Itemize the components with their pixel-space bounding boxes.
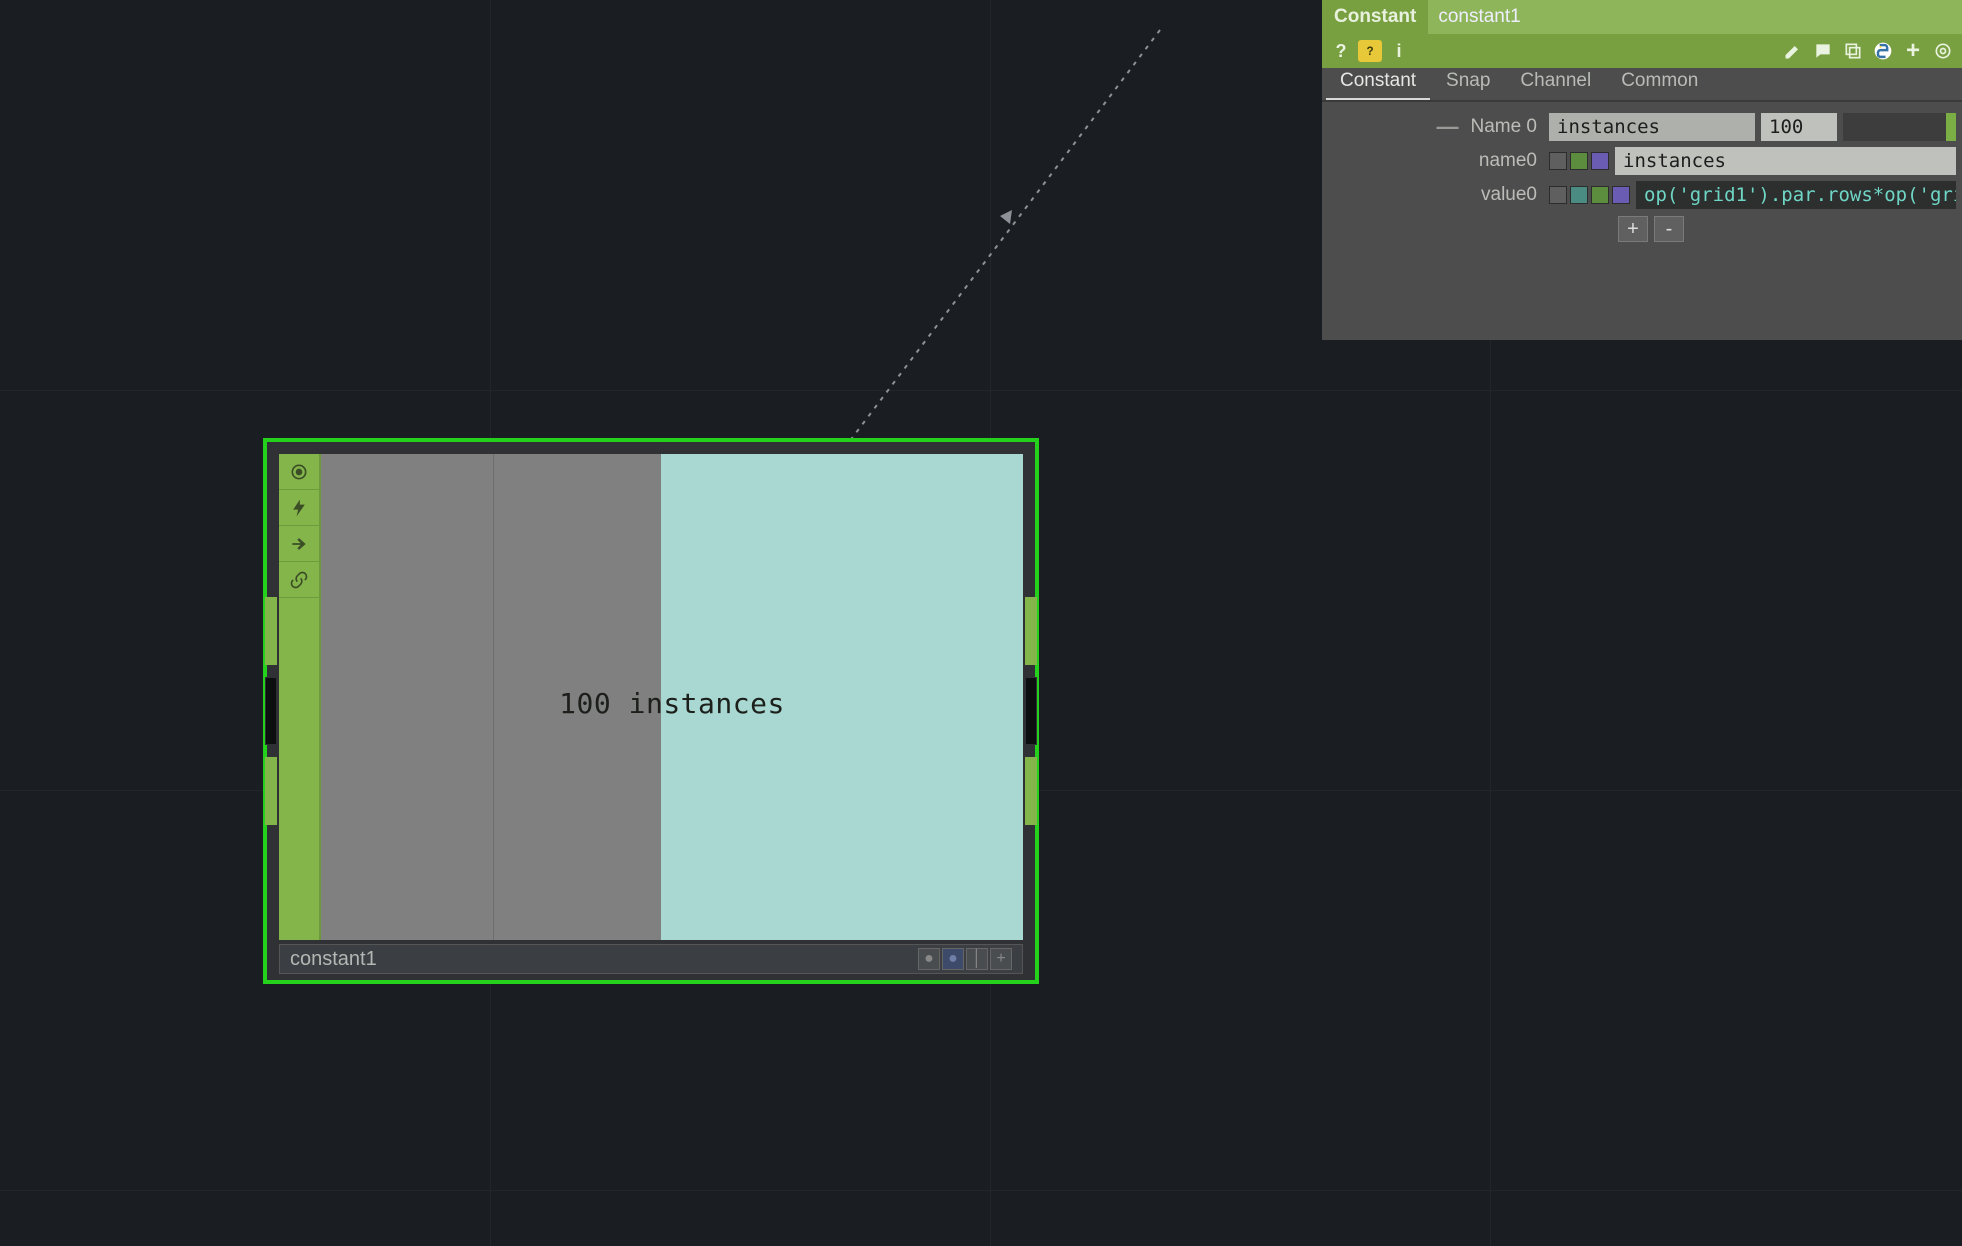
help-icon[interactable]: ? bbox=[1330, 40, 1352, 62]
chop-node-constant1[interactable]: 100 instances constant1 ● ● │ + bbox=[263, 438, 1039, 984]
tab-common[interactable]: Common bbox=[1607, 64, 1712, 100]
python-icon[interactable] bbox=[1872, 40, 1894, 62]
param-label-text: Name 0 bbox=[1470, 116, 1537, 138]
node-flag-viewer[interactable]: ● bbox=[942, 948, 964, 970]
parameter-header: Constant constant1 bbox=[1322, 0, 1962, 34]
parameter-panel: Constant constant1 ? ? i + bbox=[1322, 0, 1962, 340]
operator-type-label: Constant bbox=[1322, 0, 1428, 34]
node-flag-display[interactable]: ● bbox=[918, 948, 940, 970]
node-viewer-toolbar bbox=[279, 454, 321, 940]
remove-channel-button[interactable]: - bbox=[1654, 216, 1684, 242]
name0-value-input[interactable] bbox=[1761, 113, 1837, 141]
node-output-connector[interactable] bbox=[1025, 597, 1037, 665]
param-label[interactable]: — Name 0 bbox=[1328, 114, 1543, 140]
param-row-name0-compound: — Name 0 bbox=[1322, 110, 1962, 144]
mode-export-swatch[interactable] bbox=[1591, 186, 1609, 204]
node-output-connectors bbox=[1025, 442, 1037, 980]
bolt-icon[interactable] bbox=[279, 490, 319, 526]
name0-value-slider[interactable] bbox=[1843, 113, 1956, 141]
node-flag-clone[interactable]: │ bbox=[966, 948, 988, 970]
chop-viewer[interactable]: 100 instances bbox=[321, 454, 1023, 940]
param-row-name0: name0 bbox=[1322, 144, 1962, 178]
collapse-icon[interactable]: — bbox=[1434, 114, 1460, 140]
node-input-connector[interactable] bbox=[265, 597, 277, 665]
param-label[interactable]: name0 bbox=[1328, 150, 1543, 172]
param-add-remove-row: + - bbox=[1618, 216, 1962, 242]
target-icon[interactable] bbox=[1932, 40, 1954, 62]
info-icon[interactable]: i bbox=[1388, 40, 1410, 62]
node-output-connector[interactable] bbox=[1025, 677, 1037, 745]
node-body: 100 instances bbox=[279, 454, 1023, 940]
name0-name-input[interactable] bbox=[1549, 113, 1755, 141]
comment-icon[interactable] bbox=[1812, 40, 1834, 62]
param-label[interactable]: value0 bbox=[1328, 184, 1543, 206]
node-output-connector[interactable] bbox=[1025, 757, 1037, 825]
mode-constant-swatch[interactable] bbox=[1549, 152, 1567, 170]
name0-field[interactable] bbox=[1615, 147, 1956, 175]
svg-text:?: ? bbox=[1366, 45, 1373, 58]
chop-channel-label: 100 instances bbox=[321, 687, 1023, 720]
node-input-connectors bbox=[265, 442, 277, 980]
target-icon[interactable] bbox=[279, 454, 319, 490]
tab-channel[interactable]: Channel bbox=[1506, 64, 1605, 100]
mode-bind-swatch[interactable] bbox=[1612, 186, 1630, 204]
node-flag-lock[interactable]: + bbox=[990, 948, 1012, 970]
arrow-right-icon[interactable] bbox=[279, 526, 319, 562]
mode-expr-swatch[interactable] bbox=[1570, 152, 1588, 170]
node-footer: constant1 ● ● │ + bbox=[279, 944, 1023, 974]
mode-constant-swatch[interactable] bbox=[1549, 186, 1567, 204]
slider-knob[interactable] bbox=[1946, 113, 1956, 141]
tab-constant[interactable]: Constant bbox=[1326, 64, 1430, 100]
mode-bind-swatch[interactable] bbox=[1591, 152, 1609, 170]
value0-expression-field[interactable]: op('grid1').par.rows*op('grid1').par.c bbox=[1636, 181, 1956, 209]
add-channel-button[interactable]: + bbox=[1618, 216, 1648, 242]
param-mode-swatches bbox=[1549, 152, 1609, 170]
copy-icon[interactable] bbox=[1842, 40, 1864, 62]
tab-snap[interactable]: Snap bbox=[1432, 64, 1504, 100]
add-icon[interactable]: + bbox=[1902, 40, 1924, 62]
parameter-tabs: Constant Snap Channel Common bbox=[1322, 68, 1962, 102]
mode-expr-active-swatch[interactable] bbox=[1570, 186, 1588, 204]
param-mode-swatches bbox=[1549, 186, 1630, 204]
parameter-iconbar: ? ? i + bbox=[1322, 34, 1962, 68]
node-name-label[interactable]: constant1 bbox=[290, 948, 377, 971]
param-row-value0: value0 op('grid1').par.rows*op('grid1').… bbox=[1322, 178, 1962, 212]
edit-icon[interactable] bbox=[1782, 40, 1804, 62]
operator-name-field[interactable]: constant1 bbox=[1428, 0, 1962, 34]
parameter-body: — Name 0 name0 value0 op(' bbox=[1322, 102, 1962, 242]
link-icon[interactable] bbox=[279, 562, 319, 598]
help-contextual-icon[interactable]: ? bbox=[1358, 40, 1382, 62]
node-input-connector[interactable] bbox=[265, 677, 277, 745]
node-input-connector[interactable] bbox=[265, 757, 277, 825]
